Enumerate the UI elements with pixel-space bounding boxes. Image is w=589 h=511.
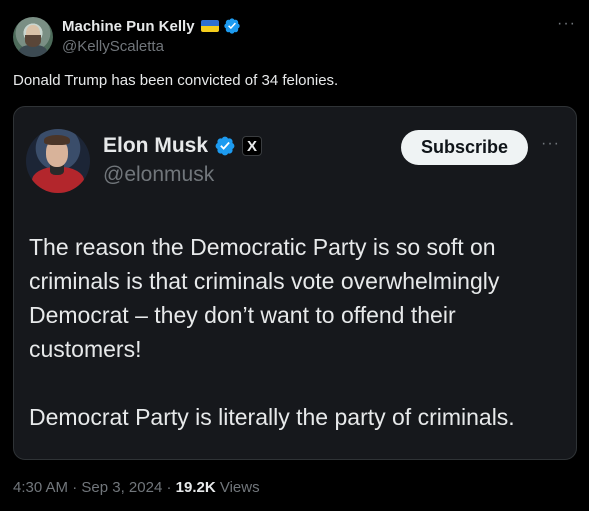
quoted-author-handle[interactable]: @elonmusk <box>103 163 214 187</box>
author-name-line: Machine Pun Kelly <box>62 17 241 35</box>
quoted-more-options-icon[interactable]: ··· <box>541 135 560 153</box>
quoted-author-avatar[interactable] <box>26 129 90 193</box>
quoted-author-name-line: Elon Musk X <box>103 134 263 158</box>
ukraine-flag-icon <box>200 20 219 32</box>
quoted-tweet-body: The reason the Democratic Party is so so… <box>29 230 564 434</box>
author-display-name[interactable]: Machine Pun Kelly <box>62 18 195 35</box>
quoted-paragraph: The reason the Democratic Party is so so… <box>29 234 500 362</box>
views-count[interactable]: 19.2K <box>176 479 216 496</box>
author-avatar[interactable] <box>13 17 53 57</box>
quoted-author-display-name[interactable]: Elon Musk <box>103 134 208 158</box>
verified-badge-icon[interactable] <box>214 135 236 157</box>
quoted-paragraph: Democrat Party is literally the party of… <box>29 404 515 430</box>
tweet-text: Donald Trump has been convicted of 34 fe… <box>13 72 339 89</box>
x-affiliation-badge-icon[interactable]: X <box>242 136 263 156</box>
tweet-time[interactable]: 4:30 AM <box>13 479 68 496</box>
tweet-meta: 4:30 AM · Sep 3, 2024 · 19.2K Views <box>13 479 260 496</box>
tweet-header: Machine Pun Kelly @KellyScaletta ··· <box>13 15 576 57</box>
meta-separator: · <box>166 479 172 496</box>
subscribe-button[interactable]: Subscribe <box>401 130 528 165</box>
more-options-icon[interactable]: ··· <box>557 15 576 33</box>
verified-badge-icon[interactable] <box>223 17 241 35</box>
meta-separator: · <box>72 479 78 496</box>
views-label: Views <box>219 479 260 496</box>
author-handle[interactable]: @KellyScaletta <box>62 38 164 55</box>
quoted-tweet-card[interactable]: Elon Musk X @elonmusk Subscribe ··· The … <box>13 106 577 460</box>
tweet-date[interactable]: Sep 3, 2024 <box>81 479 162 496</box>
